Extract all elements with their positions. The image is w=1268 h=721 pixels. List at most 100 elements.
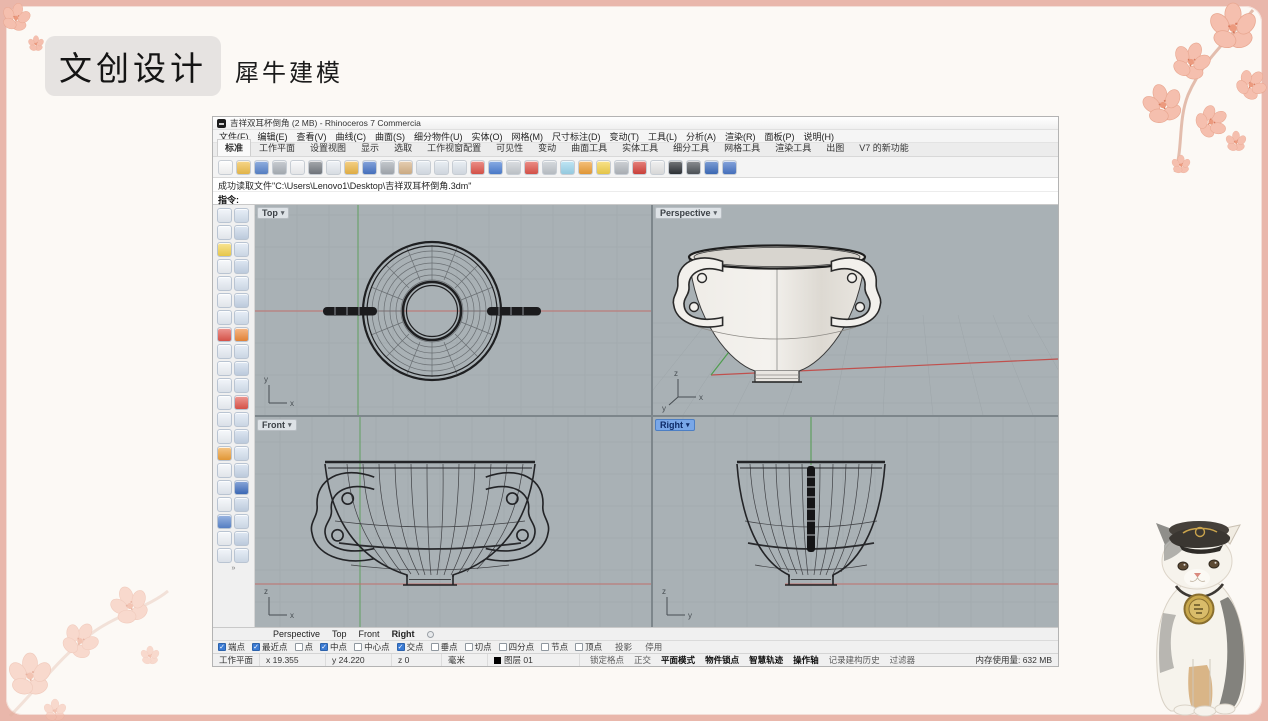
named-views-icon[interactable]: [524, 160, 539, 175]
osnap-4[interactable]: 中心点: [354, 641, 390, 653]
tab-1[interactable]: 工作平面: [252, 140, 302, 156]
tool-osnap-tools-icon[interactable]: [217, 548, 232, 563]
tool-hatch-icon[interactable]: [234, 497, 249, 512]
viewport-perspective[interactable]: z y x Perspective▾: [653, 205, 1058, 415]
status-units[interactable]: 毫米: [442, 654, 488, 666]
checkbox-icon[interactable]: ✓: [397, 643, 405, 651]
osnap-3[interactable]: ✓中点: [320, 641, 347, 653]
tool-boolean-icon[interactable]: [217, 361, 232, 376]
command-history[interactable]: 成功读取文件"C:\Users\Lenovo1\Desktop\吉祥双耳杯倒角.…: [213, 178, 1058, 192]
show-objects-icon[interactable]: [560, 160, 575, 175]
checkbox-icon[interactable]: [295, 643, 303, 651]
redo-icon[interactable]: [380, 160, 395, 175]
checkbox-icon[interactable]: [541, 643, 549, 651]
tool-extrude-icon[interactable]: [234, 327, 249, 342]
tool-arc-icon[interactable]: [217, 259, 232, 274]
osnap-9[interactable]: 节点: [541, 641, 568, 653]
pan-icon[interactable]: [398, 160, 413, 175]
osnap-2[interactable]: 点: [295, 641, 314, 653]
osnap-10[interactable]: 顶点: [575, 641, 602, 653]
tab-10[interactable]: 细分工具: [666, 140, 716, 156]
osnap-7[interactable]: 切点: [465, 641, 492, 653]
render-preview-icon[interactable]: [686, 160, 701, 175]
tool-sphere-icon[interactable]: [234, 344, 249, 359]
tab-5[interactable]: 工作视窗配置: [420, 140, 488, 156]
tab-7[interactable]: 变动: [531, 140, 563, 156]
status-cplane[interactable]: 工作平面: [213, 654, 260, 666]
tool-box-icon[interactable]: [217, 344, 232, 359]
zoom-extents-icon[interactable]: [452, 160, 467, 175]
layer-tools-icon[interactable]: [632, 160, 647, 175]
viewport-label-right[interactable]: Right▾: [655, 419, 695, 431]
tool-polyline-icon[interactable]: [217, 225, 232, 240]
record-circle-icon[interactable]: [427, 631, 434, 638]
tool-fillet-edge-icon[interactable]: [234, 361, 249, 376]
save-icon[interactable]: [254, 160, 269, 175]
tool-trim-icon[interactable]: [234, 429, 249, 444]
tab-14[interactable]: V7 的新功能: [852, 140, 916, 156]
checkbox-icon[interactable]: ✓: [320, 643, 328, 651]
checkbox-icon[interactable]: [499, 643, 507, 651]
tool-rotate-icon[interactable]: [234, 395, 249, 410]
lock-icon[interactable]: [614, 160, 629, 175]
tool-scale-icon[interactable]: [217, 412, 232, 427]
sidebar-more-icon[interactable]: »: [217, 565, 250, 572]
tool-surface-icon[interactable]: [234, 293, 249, 308]
checkbox-icon[interactable]: ✓: [218, 643, 226, 651]
viewport-label-top[interactable]: Top▾: [257, 207, 289, 219]
tool-control-point-curve-icon[interactable]: [234, 225, 249, 240]
copy-icon[interactable]: [326, 160, 341, 175]
environment-icon[interactable]: [704, 160, 719, 175]
tool-block-icon[interactable]: [217, 480, 232, 495]
toggle-3[interactable]: 物件锁点: [701, 654, 743, 666]
open-file-icon[interactable]: [236, 160, 251, 175]
tab-9[interactable]: 实体工具: [615, 140, 665, 156]
hide-objects-icon[interactable]: [542, 160, 557, 175]
osnap-8[interactable]: 四分点: [499, 641, 535, 653]
status-layer[interactable]: 图层 01: [488, 654, 580, 666]
tool-polygon-icon[interactable]: [217, 276, 232, 291]
osnap-extra-0[interactable]: 投影: [615, 641, 632, 653]
render-icon[interactable]: [668, 160, 683, 175]
set-cplane-icon[interactable]: [578, 160, 593, 175]
rotate-view-icon[interactable]: [488, 160, 503, 175]
osnap-6[interactable]: 垂点: [431, 641, 458, 653]
cut-icon[interactable]: [308, 160, 323, 175]
checkbox-icon[interactable]: [575, 643, 583, 651]
checkbox-icon[interactable]: ✓: [252, 643, 260, 651]
tool-dimension-icon[interactable]: [234, 480, 249, 495]
tab-4[interactable]: 选取: [387, 140, 419, 156]
tool-join-icon[interactable]: [234, 446, 249, 461]
tool-loft-icon[interactable]: [217, 310, 232, 325]
tab-12[interactable]: 渲染工具: [768, 140, 818, 156]
viewport-tab-right[interactable]: Right: [392, 629, 415, 639]
tool-circle-icon[interactable]: [217, 242, 232, 257]
viewport-tab-top[interactable]: Top: [332, 629, 347, 639]
viewport-tab-front[interactable]: Front: [359, 629, 380, 639]
tool-properties-icon[interactable]: [217, 514, 232, 529]
tab-6[interactable]: 可见性: [489, 140, 530, 156]
toggle-5[interactable]: 操作轴: [789, 654, 823, 666]
toggle-7[interactable]: 过滤器: [886, 654, 920, 666]
tool-layers-icon[interactable]: [234, 514, 249, 529]
tool-select-icon[interactable]: [217, 208, 232, 223]
tab-2[interactable]: 设置视图: [303, 140, 353, 156]
tab-11[interactable]: 网格工具: [717, 140, 767, 156]
print-icon[interactable]: [272, 160, 287, 175]
tool-move-icon[interactable]: [234, 378, 249, 393]
tool-split-icon[interactable]: [217, 446, 232, 461]
viewport-front[interactable]: z x Front▾: [255, 417, 651, 627]
tab-0[interactable]: 标准: [217, 139, 251, 156]
viewport-right[interactable]: z y Right▾: [653, 417, 1058, 627]
tab-13[interactable]: 出图: [819, 140, 851, 156]
toggle-0[interactable]: 锁定格点: [586, 654, 628, 666]
osnap-extra-1[interactable]: 停用: [645, 641, 662, 653]
zoom-selected-icon[interactable]: [470, 160, 485, 175]
tool-array-icon[interactable]: [217, 429, 232, 444]
tool-points-icon[interactable]: [234, 208, 249, 223]
tool-chamfer-icon[interactable]: [217, 378, 232, 393]
viewport-label-front[interactable]: Front▾: [257, 419, 297, 431]
tool-mirror-icon[interactable]: [234, 412, 249, 427]
undo-icon[interactable]: [362, 160, 377, 175]
checkbox-icon[interactable]: [431, 643, 439, 651]
